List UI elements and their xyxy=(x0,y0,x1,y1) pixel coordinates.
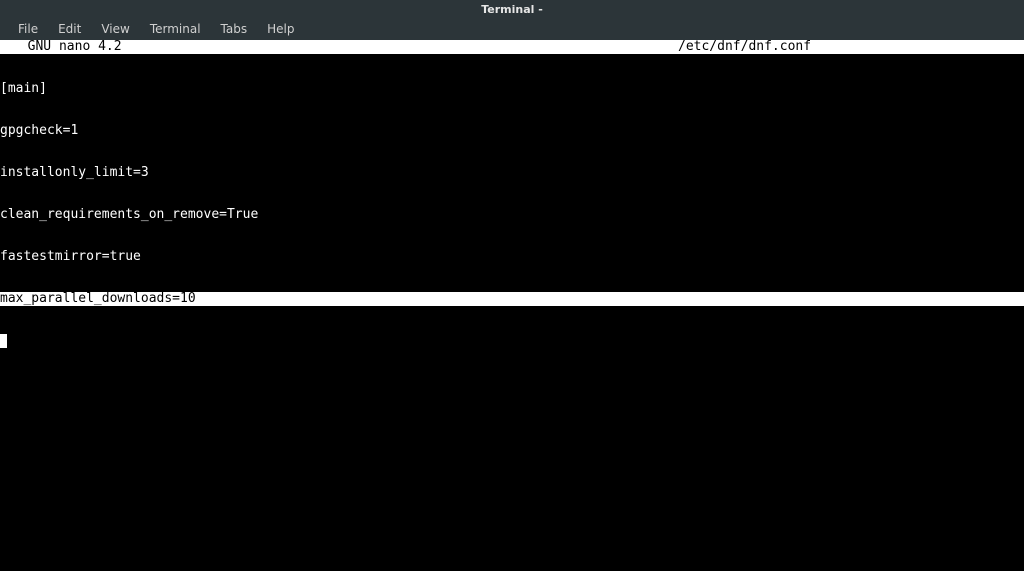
editor-cursor-line xyxy=(0,334,1024,348)
nano-app-label: GNU nano 4.2 xyxy=(0,40,122,54)
menu-edit[interactable]: Edit xyxy=(48,20,91,38)
menu-help[interactable]: Help xyxy=(257,20,304,38)
editor-line: clean_requirements_on_remove=True xyxy=(0,208,1024,222)
editor-line: installonly_limit=3 xyxy=(0,166,1024,180)
window-title-bar: Terminal - xyxy=(0,0,1024,18)
nano-filename: /etc/dnf/dnf.conf xyxy=(678,40,811,54)
editor-line-current: max_parallel_downloads=10 xyxy=(0,292,1024,306)
editor-body[interactable]: [main] gpgcheck=1 installonly_limit=3 cl… xyxy=(0,54,1024,376)
menu-view[interactable]: View xyxy=(91,20,139,38)
editor-line: fastestmirror=true xyxy=(0,250,1024,264)
editor-line: [main] xyxy=(0,82,1024,96)
menu-file[interactable]: File xyxy=(8,20,48,38)
menu-terminal[interactable]: Terminal xyxy=(140,20,211,38)
text-cursor xyxy=(0,334,7,348)
window-title: Terminal - xyxy=(481,3,543,16)
nano-header: GNU nano 4.2 /etc/dnf/dnf.conf xyxy=(0,40,1024,54)
menu-tabs[interactable]: Tabs xyxy=(211,20,258,38)
editor-line: gpgcheck=1 xyxy=(0,124,1024,138)
terminal-area[interactable]: GNU nano 4.2 /etc/dnf/dnf.conf [main] gp… xyxy=(0,40,1024,571)
menu-bar: File Edit View Terminal Tabs Help xyxy=(0,18,1024,40)
